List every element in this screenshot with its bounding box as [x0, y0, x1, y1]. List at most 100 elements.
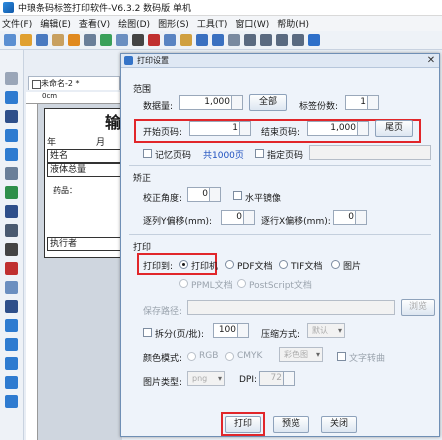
settings-icon[interactable] — [68, 34, 80, 46]
paste-icon[interactable] — [180, 34, 192, 46]
grid-icon[interactable] — [308, 34, 320, 46]
ppml-option-label: PPML文档 — [191, 281, 233, 291]
specify-page-input[interactable] — [309, 145, 431, 160]
menu-view[interactable]: 查看(V) — [79, 17, 110, 30]
cut-icon[interactable] — [148, 34, 160, 46]
mirror-checkbox[interactable] — [233, 191, 242, 200]
diamond-icon[interactable] — [5, 376, 18, 389]
end-page-stepper[interactable]: 1,000 — [307, 121, 369, 136]
window-titlebar: 中琅条码标签打印软件-V6.3.2 数码版 单机 — [0, 0, 442, 16]
new-file-icon[interactable] — [4, 34, 16, 46]
barcode-tool-icon[interactable] — [5, 224, 18, 237]
print-to-image-radio[interactable] — [331, 260, 340, 269]
print-to-printer-radio[interactable] — [179, 260, 188, 269]
label-setup-icon[interactable] — [116, 34, 128, 46]
ellipse-icon[interactable] — [5, 148, 18, 161]
rectangle-icon[interactable] — [5, 129, 18, 142]
print-to-postscript-radio[interactable] — [237, 279, 246, 288]
arrow-shape-icon[interactable] — [5, 395, 18, 408]
save-icon[interactable] — [36, 34, 48, 46]
browse-button[interactable]: 浏览 — [401, 299, 435, 316]
menu-draw[interactable]: 绘图(D) — [118, 17, 150, 30]
zoom-in-icon[interactable] — [244, 34, 256, 46]
delete-icon[interactable] — [228, 34, 240, 46]
menu-window[interactable]: 窗口(W) — [235, 17, 269, 30]
cmyk-label: CMYK — [237, 351, 263, 361]
select-arrow-icon[interactable] — [5, 72, 18, 85]
close-icon[interactable]: ✕ — [425, 55, 437, 67]
menu-shape[interactable]: 图形(S) — [158, 17, 189, 30]
database-icon[interactable] — [100, 34, 112, 46]
dialog-title: 打印设置 — [137, 56, 169, 65]
image-type-select[interactable]: png — [187, 371, 225, 386]
y-offset-stepper[interactable]: 0 — [221, 210, 255, 225]
text-icon[interactable] — [5, 205, 18, 218]
line-icon[interactable] — [5, 110, 18, 123]
last-page-button[interactable]: 尾页 — [375, 120, 413, 137]
compression-select[interactable]: 默认 — [307, 323, 345, 338]
menu-help[interactable]: 帮助(H) — [277, 17, 309, 30]
open-file-icon[interactable] — [20, 34, 32, 46]
cmyk-radio[interactable] — [225, 352, 234, 361]
document-tab[interactable]: 未命名-2 * — [28, 76, 120, 90]
split-checkbox[interactable] — [143, 328, 152, 337]
triangle-icon[interactable] — [5, 357, 18, 370]
export-icon[interactable] — [52, 34, 64, 46]
quantity-stepper[interactable]: 1,000 — [179, 95, 243, 110]
qrcode-icon[interactable] — [5, 243, 18, 256]
menu-tools[interactable]: 工具(T) — [197, 17, 228, 30]
x-offset-stepper[interactable]: 0 — [333, 210, 367, 225]
start-page-label: 开始页码: — [143, 128, 183, 138]
print-icon[interactable] — [84, 34, 96, 46]
menu-file[interactable]: 文件(F) — [2, 17, 32, 30]
zoom-actual-icon[interactable] — [292, 34, 304, 46]
circle-tool-icon[interactable] — [5, 262, 18, 275]
label-title-text: 输 — [105, 113, 122, 132]
curve-icon[interactable] — [5, 300, 18, 313]
polygon-icon[interactable] — [5, 338, 18, 351]
text-to-curve-label: 文字转曲 — [349, 354, 386, 364]
close-button[interactable]: 关闭 — [321, 416, 357, 433]
menu-edit[interactable]: 编辑(E) — [40, 17, 71, 30]
split-stepper[interactable]: 100 — [213, 323, 249, 338]
label-month: 月 — [95, 138, 107, 148]
dpi-stepper[interactable]: 72 — [259, 371, 295, 386]
pan-icon[interactable] — [5, 91, 18, 104]
print-to-pdf-radio[interactable] — [225, 260, 234, 269]
vertical-ruler — [26, 104, 38, 440]
remember-page-checkbox[interactable] — [143, 149, 152, 158]
menu-bar: 文件(F) 编辑(E) 查看(V) 绘图(D) 图形(S) 工具(T) 窗口(W… — [0, 16, 442, 31]
all-button[interactable]: 全部 — [249, 94, 287, 111]
print-to-tif-radio[interactable] — [279, 260, 288, 269]
window-title: 中琅条码标签打印软件-V6.3.2 数码版 单机 — [18, 4, 192, 14]
color-select[interactable]: 彩色图 — [279, 347, 323, 362]
copy-icon[interactable] — [164, 34, 176, 46]
angle-label: 校正角度: — [143, 194, 183, 204]
print-to-ppml-radio[interactable] — [179, 279, 188, 288]
text-to-curve-checkbox[interactable] — [337, 352, 346, 361]
barcode-icon[interactable] — [132, 34, 144, 46]
image-option-label: 图片 — [343, 262, 362, 272]
redo-icon[interactable] — [212, 34, 224, 46]
angle-stepper[interactable]: 0 — [187, 187, 221, 202]
zoom-out-icon[interactable] — [260, 34, 272, 46]
print-settings-dialog: 打印设置 ✕ 范围 数据量: 1,000 全部 标签份数: 1 开始页码: 1 … — [120, 53, 440, 437]
remember-page-label: 记忆页码 — [155, 151, 192, 161]
save-path-input[interactable] — [187, 300, 395, 315]
postscript-option-label: PostScript文档 — [249, 281, 312, 291]
copies-stepper[interactable]: 1 — [345, 95, 379, 110]
label-preview[interactable]: 输 年 月 姓名 液体总量 药品： 执行者 — [44, 108, 123, 258]
image-icon[interactable] — [5, 167, 18, 180]
undo-icon[interactable] — [196, 34, 208, 46]
image-tool-icon[interactable] — [5, 186, 18, 199]
main-toolbar — [0, 31, 442, 50]
start-page-stepper[interactable]: 1 — [189, 121, 251, 136]
preview-button[interactable]: 预览 — [273, 416, 309, 433]
table-icon[interactable] — [5, 281, 18, 294]
zoom-fit-icon[interactable] — [276, 34, 288, 46]
rgb-radio[interactable] — [187, 352, 196, 361]
rounded-rect-icon[interactable] — [5, 319, 18, 332]
label-date-row: 年 月 — [47, 135, 107, 148]
print-button[interactable]: 打印 — [225, 416, 261, 433]
specify-page-checkbox[interactable] — [255, 149, 264, 158]
